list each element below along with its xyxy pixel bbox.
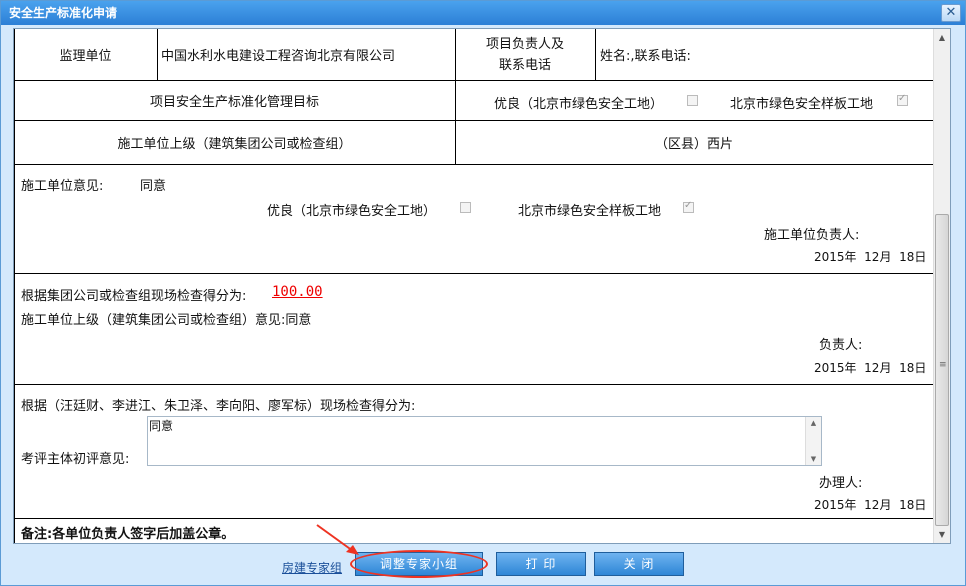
goal-option-excellent-label: 优良（北京市绿色安全工地） xyxy=(494,97,664,112)
goal-label: 项目安全生产标准化管理目标 xyxy=(149,95,319,110)
close-button[interactable]: 关 闭 xyxy=(594,552,684,576)
contractor-opinion-label: 施工单位意见: xyxy=(21,179,104,194)
goal-option-model-label: 北京市绿色安全样板工地 xyxy=(730,97,874,112)
annotation-arrow-icon xyxy=(316,524,359,555)
expert-opinion-textarea[interactable]: 同意 ▲ ▼ xyxy=(147,416,822,466)
contractor-option-excellent-label: 优良（北京市绿色安全工地） xyxy=(267,204,437,219)
contractor-signer-label: 施工单位负责人: xyxy=(764,228,860,243)
expert-score-text: 根据（汪廷财、李进江、朱卫泽、李向阳、廖军标）现场检查得分为: xyxy=(21,399,416,414)
contractor-opinion-value: 同意 xyxy=(140,179,167,194)
annotation-highlight xyxy=(350,550,488,578)
expert-signer-label: 办理人: xyxy=(819,476,863,491)
title-bar: 安全生产标准化申请 ✕ xyxy=(1,1,965,25)
superior-section: 根据集团公司或检查组现场检查得分为: 100.00 施工单位上级（建筑集团公司或… xyxy=(14,274,934,385)
superior-score-label: 根据集团公司或检查组现场检查得分为: xyxy=(21,289,247,304)
supervisor-value: 中国水利水电建设工程咨询北京有限公司 xyxy=(161,49,396,64)
contractor-section: 施工单位意见: 同意 优良（北京市绿色安全工地） 北京市绿色安全样板工地 施工单… xyxy=(14,165,934,274)
supervisor-label: 监理单位 xyxy=(59,49,112,64)
superior-row: 施工单位上级（建筑集团公司或检查组） （区县）西片 xyxy=(14,121,934,165)
textarea-scrollbar[interactable]: ▲ ▼ xyxy=(805,417,821,465)
form-panel: 监理单位 中国水利水电建设工程咨询北京有限公司 项目负责人及 联系电话 姓名:,… xyxy=(13,28,951,544)
district-value: （区县）西片 xyxy=(654,137,733,152)
manager-label: 项目负责人及 联系电话 xyxy=(455,29,595,80)
grip-icon: ≡ xyxy=(939,360,947,370)
contractor-excellent-checkbox[interactable] xyxy=(460,202,471,213)
scroll-down-icon[interactable]: ▼ xyxy=(934,526,950,543)
scroll-thumb[interactable]: ≡ xyxy=(935,214,949,526)
superior-score-value: 100.00 xyxy=(272,284,323,300)
window-title: 安全生产标准化申请 xyxy=(9,6,118,20)
note-text: 备注:各单位负责人签字后加盖公章。 xyxy=(21,527,235,542)
close-icon[interactable]: ✕ xyxy=(941,4,961,22)
textarea-scroll-down-icon[interactable]: ▼ xyxy=(806,453,821,465)
goal-excellent-checkbox[interactable] xyxy=(687,95,698,106)
contractor-date: 2015年 12月 18日 xyxy=(814,250,927,264)
dialog-window: 安全生产标准化申请 ✕ 监理单位 中国水利水电建设工程咨询北京有限公司 项目负责… xyxy=(0,0,966,586)
build-expert-group-link[interactable]: 房建专家组 xyxy=(282,559,342,576)
manager-label-line2: 联系电话 xyxy=(498,57,551,73)
expert-opinion-label: 考评主体初评意见: xyxy=(21,452,130,467)
superior-date: 2015年 12月 18日 xyxy=(814,361,927,375)
goal-model-checkbox[interactable] xyxy=(897,93,908,106)
scroll-up-icon[interactable]: ▲ xyxy=(934,29,950,46)
supervisor-row: 监理单位 中国水利水电建设工程咨询北京有限公司 项目负责人及 联系电话 姓名:,… xyxy=(14,29,934,81)
superior-opinion-text: 施工单位上级（建筑集团公司或检查组）意见:同意 xyxy=(21,313,312,328)
manager-label-line1: 项目负责人及 xyxy=(485,36,564,52)
note-row: 备注:各单位负责人签字后加盖公章。 xyxy=(14,519,934,543)
superior-label: 施工单位上级（建筑集团公司或检查组） xyxy=(117,137,352,152)
print-button[interactable]: 打 印 xyxy=(496,552,586,576)
expert-date: 2015年 12月 18日 xyxy=(814,498,927,512)
manager-value: 姓名:,联系电话: xyxy=(600,49,691,64)
superior-signer-label: 负责人: xyxy=(819,338,863,353)
contractor-model-checkbox[interactable] xyxy=(683,200,694,213)
contractor-option-model-label: 北京市绿色安全样板工地 xyxy=(518,204,662,219)
goal-row: 项目安全生产标准化管理目标 优良（北京市绿色安全工地） 北京市绿色安全样板工地 xyxy=(14,81,934,121)
expert-opinion-value: 同意 xyxy=(149,419,174,433)
textarea-scroll-up-icon[interactable]: ▲ xyxy=(806,417,821,429)
vertical-scrollbar[interactable]: ▲ ≡ ▼ xyxy=(933,29,950,543)
